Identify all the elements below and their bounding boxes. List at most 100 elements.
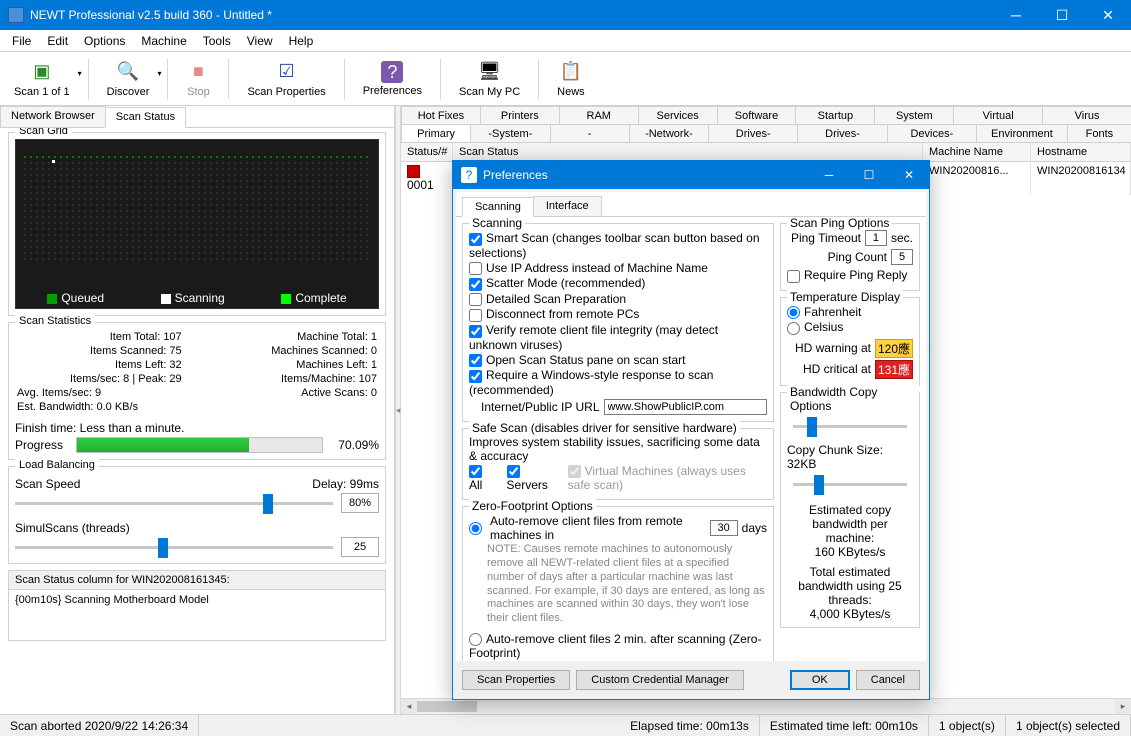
- open-status-checkbox[interactable]: Open Scan Status pane on scan start: [469, 353, 767, 368]
- menu-view[interactable]: View: [239, 32, 281, 50]
- toolbar: ▣ Scan 1 of 1 ▾ 🔍 Discover ▾ ■ Stop ☑ Sc…: [0, 52, 1131, 106]
- hd-critical-label: HD critical at: [803, 362, 871, 376]
- stat-item-total: Item Total: 107: [17, 331, 182, 343]
- rtab-system[interactable]: -System-: [470, 124, 550, 142]
- scatter-mode-checkbox[interactable]: Scatter Mode (recommended): [469, 276, 767, 291]
- menu-options[interactable]: Options: [76, 32, 133, 50]
- news-button[interactable]: 📋 News: [543, 53, 599, 105]
- statusbar: Scan aborted 2020/9/22 14:26:34 Elapsed …: [0, 714, 1131, 736]
- cancel-button[interactable]: Cancel: [856, 670, 920, 690]
- hd-critical-value[interactable]: 131應: [875, 360, 913, 379]
- scroll-thumb[interactable]: [417, 701, 477, 712]
- rtab-system-slots[interactable]: System Slots: [874, 106, 954, 124]
- scroll-right-icon[interactable]: ▸: [1115, 699, 1131, 714]
- maximize-button[interactable]: ☐: [1039, 0, 1085, 30]
- status-selected: 1 object(s) selected: [1006, 715, 1131, 736]
- prefs-tab-interface[interactable]: Interface: [533, 196, 602, 216]
- rtab-ram-slots[interactable]: RAM Slots: [559, 106, 639, 124]
- stop-label: Stop: [187, 86, 210, 98]
- scan-my-pc-button[interactable]: 🖥 Scan My PC: [445, 53, 534, 105]
- dropdown-icon[interactable]: ▾: [157, 69, 161, 78]
- hd-warning-value[interactable]: 120應: [875, 339, 913, 358]
- rtab-virtual-memory[interactable]: Virtual Memory: [953, 106, 1043, 124]
- dialog-maximize-button[interactable]: ☐: [849, 161, 889, 189]
- cell-status[interactable]: 0001: [401, 162, 452, 195]
- menubar: File Edit Options Machine Tools View Hel…: [0, 30, 1131, 52]
- bw-est1-value: 160 KBytes/s: [787, 545, 913, 559]
- auto-remove-2min-radio[interactable]: Auto-remove client files 2 min. after sc…: [469, 632, 767, 661]
- preferences-icon: ?: [381, 61, 403, 83]
- cell-hostname[interactable]: WIN20200816134: [1031, 162, 1130, 180]
- rtab-drives-physical[interactable]: Drives-Physical: [797, 124, 887, 142]
- rtab-fonts[interactable]: Fonts: [1067, 124, 1131, 142]
- rtab-services[interactable]: Services: [638, 106, 718, 124]
- ping-timeout-input[interactable]: [865, 230, 887, 246]
- menu-edit[interactable]: Edit: [39, 32, 76, 50]
- scroll-left-icon[interactable]: ◂: [401, 699, 417, 714]
- rtab-hot-fixes[interactable]: Hot Fixes: [401, 106, 481, 124]
- dialog-minimize-button[interactable]: ─: [809, 161, 849, 189]
- dialog-close-button[interactable]: ✕: [889, 161, 929, 189]
- rtab-devices-shared[interactable]: Devices-Shared: [887, 124, 977, 142]
- col-machine-name[interactable]: Machine Name: [923, 143, 1030, 162]
- tab-scan-status[interactable]: Scan Status: [105, 107, 186, 128]
- ping-count-input[interactable]: [891, 249, 913, 265]
- stop-button[interactable]: ■ Stop: [172, 53, 224, 105]
- temperature-title: Temperature Display: [787, 290, 903, 304]
- auto-remove-days-radio[interactable]: Auto-remove client files from remote mac…: [469, 514, 767, 542]
- rtab-environment[interactable]: Environment: [976, 124, 1068, 142]
- require-windows-checkbox[interactable]: Require a Windows-style response to scan…: [469, 368, 767, 397]
- menu-help[interactable]: Help: [281, 32, 322, 50]
- scan-properties-button[interactable]: ☑ Scan Properties: [233, 53, 339, 105]
- status-estimated: Estimated time left: 00m10s: [760, 715, 929, 736]
- detailed-scan-checkbox[interactable]: Detailed Scan Preparation: [469, 292, 767, 307]
- use-ip-checkbox[interactable]: Use IP Address instead of Machine Name: [469, 261, 767, 276]
- packet-delay-slider[interactable]: [793, 415, 907, 439]
- prefs-tab-scanning[interactable]: Scanning: [462, 197, 534, 217]
- preferences-button[interactable]: ? Preferences: [349, 53, 436, 105]
- horizontal-scrollbar[interactable]: ◂ ▸: [401, 698, 1131, 714]
- dropdown-icon[interactable]: ▾: [78, 69, 82, 78]
- bw-est1-label: Estimated copy bandwidth per machine:: [787, 503, 913, 545]
- discover-button[interactable]: 🔍 Discover ▾: [93, 53, 164, 105]
- rtab-drives-logical[interactable]: Drives-Logical: [708, 124, 798, 142]
- safe-servers-checkbox[interactable]: Servers: [507, 465, 556, 492]
- ok-button[interactable]: OK: [790, 670, 850, 690]
- ping-options-group: Scan Ping Options Ping Timeout sec. Ping…: [780, 223, 920, 291]
- close-button[interactable]: ✕: [1085, 0, 1131, 30]
- bandwidth-title: Bandwidth Copy Options: [787, 385, 919, 413]
- safe-all-checkbox[interactable]: All: [469, 465, 495, 492]
- rtab-software[interactable]: Software: [717, 106, 797, 124]
- fahrenheit-radio[interactable]: Fahrenheit: [787, 305, 913, 320]
- celsius-radio[interactable]: Celsius: [787, 320, 913, 335]
- rtab-primary[interactable]: Primary: [401, 124, 471, 142]
- cell-machine-name[interactable]: WIN20200816...: [923, 162, 1030, 180]
- smart-scan-checkbox[interactable]: Smart Scan (changes toolbar scan button …: [469, 231, 767, 260]
- rtab-virus-definitions[interactable]: Virus Definitions: [1042, 106, 1131, 124]
- chunk-size-slider[interactable]: [793, 473, 907, 497]
- rtab-startup[interactable]: Startup: [795, 106, 875, 124]
- tab-network-browser[interactable]: Network Browser: [0, 106, 106, 127]
- col-status[interactable]: Status/#: [401, 143, 452, 162]
- scan-properties-dialog-button[interactable]: Scan Properties: [462, 670, 570, 690]
- col-hostname[interactable]: Hostname: [1031, 143, 1130, 162]
- scan-button[interactable]: ▣ Scan 1 of 1 ▾: [0, 53, 84, 105]
- rtab-printers[interactable]: Printers: [480, 106, 560, 124]
- rtab-network[interactable]: -Network-: [629, 124, 709, 142]
- scan-my-pc-label: Scan My PC: [459, 86, 520, 98]
- rtab-windows[interactable]: -Windows-: [550, 124, 630, 142]
- discover-label: Discover: [107, 86, 150, 98]
- verify-integrity-checkbox[interactable]: Verify remote client file integrity (may…: [469, 323, 767, 352]
- simulscans-slider[interactable]: 25: [15, 537, 379, 557]
- disconnect-checkbox[interactable]: Disconnect from remote PCs: [469, 307, 767, 322]
- scan-speed-slider[interactable]: 80%: [15, 493, 379, 513]
- require-ping-reply-checkbox[interactable]: Require Ping Reply: [787, 268, 913, 283]
- custom-credential-manager-button[interactable]: Custom Credential Manager: [576, 670, 744, 690]
- ip-url-input[interactable]: [604, 399, 767, 415]
- menu-file[interactable]: File: [4, 32, 39, 50]
- menu-tools[interactable]: Tools: [195, 32, 239, 50]
- menu-machine[interactable]: Machine: [133, 32, 194, 50]
- auto-remove-days-input[interactable]: [710, 520, 738, 536]
- minimize-button[interactable]: ─: [993, 0, 1039, 30]
- dialog-titlebar[interactable]: ? Preferences ─ ☐ ✕: [453, 161, 929, 189]
